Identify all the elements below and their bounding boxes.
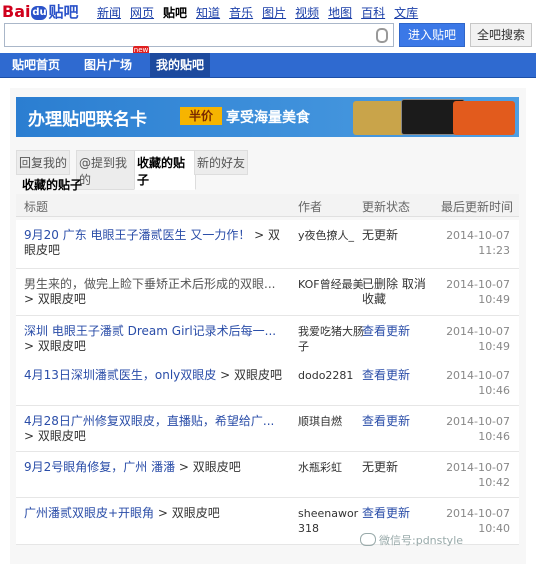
post-title-link[interactable]: 4月28日广州修复双眼皮，直播贴，希望给广... [24, 414, 274, 428]
promo-banner[interactable]: 办理贴吧联名卡 半价 享受海量美食 [16, 97, 519, 137]
col-status: 更新状态 [362, 200, 411, 214]
table-row: 深圳 电眼王子潘贰 Dream Girl记录术后每一... > 双眼皮吧 我爱吃猪… [16, 316, 519, 361]
post-author[interactable]: 顺琪自燃 [298, 414, 364, 429]
wechat-watermark: 微信号:pdnstyle [360, 532, 463, 548]
last-updated-time: 2014-10-07 10:49 [446, 278, 510, 306]
post-title-link[interactable]: 4月13日深圳潘贰医生，only双眼皮 [24, 368, 216, 382]
paw-icon: du [31, 6, 48, 20]
nav-link-news[interactable]: 新闻 [97, 6, 121, 20]
table-row: 4月13日深圳潘贰医生，only双眼皮 > 双眼皮吧 dodo2281 查看更新 20… [16, 360, 519, 406]
update-status[interactable]: 查看更新 [362, 324, 436, 339]
forum-link[interactable]: 双眼皮吧 [193, 460, 241, 474]
post-title: 广州潘贰双眼皮+开眼角 > 双眼皮吧 [24, 506, 284, 521]
update-status[interactable]: 查看更新 [362, 414, 436, 429]
post-title: 深圳 电眼王子潘贰 Dream Girl记录术后每一... > 双眼皮吧 [24, 324, 284, 354]
tab-image-plaza[interactable]: 图片广场 [78, 53, 138, 77]
nav-link-map[interactable]: 地图 [328, 6, 352, 20]
last-updated-time: 2014-10-07 10:49 [446, 325, 510, 353]
col-author: 作者 [298, 200, 323, 214]
nav-link-web[interactable]: 网页 [130, 6, 154, 20]
watermark-text: 微信号:pdnstyle [379, 534, 464, 547]
chevron-right-icon: > [24, 292, 38, 306]
table-row: 男生来的，做完上睑下垂矫正术后形成的双眼... > 双眼皮吧 KOF曾经最美 已删除… [16, 269, 519, 316]
post-author[interactable]: dodo2281 [298, 368, 364, 383]
chevron-right-icon: > [24, 339, 38, 353]
chevron-right-icon: > [216, 368, 234, 382]
banner-subtext: 享受海量美食 [226, 110, 310, 126]
bank-card-orange [453, 101, 515, 135]
post-title-link[interactable]: 深圳 电眼王子潘贰 Dream Girl记录术后每一... [24, 324, 276, 338]
post-title-link[interactable]: 9月20 广东 电眼王子潘贰医生 又一力作！ [24, 228, 250, 242]
forum-link[interactable]: 双眼皮吧 [38, 292, 86, 306]
chevron-right-icon: > [24, 429, 38, 443]
subtab-favorites[interactable]: 收藏的贴子 [134, 150, 196, 190]
nav-link-wenku[interactable]: 文库 [394, 6, 418, 20]
table-header: 标题 作者 更新状态 最后更新时间 [16, 194, 519, 217]
search-row: 进入贴吧 全吧搜索 [0, 22, 536, 48]
nav-link-music[interactable]: 音乐 [229, 6, 253, 20]
product-links: 新闻 网页 贴吧 知道 音乐 图片 视频 地图 百科 文库 [97, 4, 427, 21]
forum-link[interactable]: 双眼皮吧 [38, 339, 86, 353]
search-input[interactable] [4, 23, 394, 47]
col-updated: 最后更新时间 [441, 200, 514, 214]
post-title: 男生来的，做完上睑下垂矫正术后形成的双眼... > 双眼皮吧 [24, 277, 284, 307]
last-updated-time: 2014-10-07 11:23 [446, 229, 510, 257]
forum-link[interactable]: 双眼皮吧 [234, 368, 282, 382]
tab-my-tieba[interactable]: 我的贴吧 [150, 53, 211, 77]
content-area: 办理贴吧联名卡 半价 享受海量美食 回复我的 @提到我的 收藏的贴子 新的好友 … [10, 88, 526, 564]
update-status: 无更新 [362, 460, 399, 474]
post-title-link[interactable]: 9月2号眼角修复，广州 潘潘 [24, 460, 175, 474]
nav-link-baike[interactable]: 百科 [361, 6, 385, 20]
nav-link-zhidao[interactable]: 知道 [196, 6, 220, 20]
section-title: 收藏的贴子 [22, 178, 83, 192]
update-status: 无更新 [362, 228, 399, 242]
post-author[interactable]: 水瓶彩虹 [298, 460, 364, 475]
chevron-right-icon: > [175, 460, 193, 474]
baidu-logo[interactable]: Bai du 贴吧 [2, 1, 88, 21]
post-author[interactable]: 我爱吃猪大肠子 [298, 324, 364, 354]
subtab-replies[interactable]: 回复我的 [16, 150, 71, 175]
post-author[interactable]: y夜色撩人_ [298, 228, 364, 243]
nav-link-tieba: 贴吧 [163, 6, 188, 20]
subtab-new-friends[interactable]: 新的好友 [194, 150, 249, 175]
search-all-button[interactable]: 全吧搜索 [470, 23, 532, 47]
post-title: 4月13日深圳潘贰医生，only双眼皮 > 双眼皮吧 [24, 368, 284, 383]
post-title: 9月20 广东 电眼王子潘贰医生 又一力作！ > 双眼皮吧 [24, 228, 284, 258]
last-updated-time: 2014-10-07 10:42 [446, 461, 510, 489]
post-title-link[interactable]: 男生来的，做完上睑下垂矫正术后形成的双眼... [24, 277, 275, 291]
update-status[interactable]: 查看更新 [362, 368, 436, 383]
banner-headline: 办理贴吧联名卡 [28, 110, 147, 130]
update-status[interactable]: 查看更新 [362, 506, 436, 521]
message-subtabs: 回复我的 @提到我的 收藏的贴子 新的好友 收藏的贴子 [16, 150, 519, 194]
microphone-icon[interactable] [376, 28, 388, 43]
main-tab-bar: 贴吧首页 图片广场 我的贴吧 [0, 53, 536, 78]
forum-link[interactable]: 双眼皮吧 [172, 506, 220, 520]
subtab-mentions[interactable]: @提到我的 [76, 150, 136, 190]
post-author[interactable]: sheenawor318 [298, 506, 364, 536]
half-price-badge: 半价 [180, 107, 222, 125]
update-status: 已删除 取消收藏 [362, 277, 426, 306]
tab-tieba-home[interactable]: 贴吧首页 [6, 53, 66, 77]
last-updated-time: 2014-10-07 10:46 [446, 415, 510, 443]
forum-link[interactable]: 双眼皮吧 [38, 429, 86, 443]
top-nav: Bai du 贴吧 新闻 网页 贴吧 知道 音乐 图片 视频 地图 百科 文库 [0, 0, 536, 22]
post-author[interactable]: KOF曾经最美 [298, 277, 364, 292]
last-updated-time: 2014-10-07 10:46 [446, 369, 510, 397]
chevron-right-icon: > [154, 506, 172, 520]
post-title: 9月2号眼角修复，广州 潘潘 > 双眼皮吧 [24, 460, 284, 475]
nav-link-video[interactable]: 视频 [295, 6, 319, 20]
wechat-icon [360, 533, 376, 546]
col-title: 标题 [24, 200, 49, 214]
table-row: 9月20 广东 电眼王子潘贰医生 又一力作！ > 双眼皮吧 y夜色撩人_ 无更新 20… [16, 220, 519, 269]
chevron-right-icon: > [250, 228, 269, 242]
enter-tieba-button[interactable]: 进入贴吧 [399, 23, 465, 47]
post-title: 4月28日广州修复双眼皮，直播贴，希望给广... > 双眼皮吧 [24, 414, 284, 444]
table-row: 9月2号眼角修复，广州 潘潘 > 双眼皮吧 水瓶彩虹 无更新 2014-10-07 1… [16, 452, 519, 498]
bank-card-images [349, 99, 519, 135]
post-title-link[interactable]: 广州潘贰双眼皮+开眼角 [24, 506, 154, 520]
nav-link-images[interactable]: 图片 [262, 6, 286, 20]
table-row: 4月28日广州修复双眼皮，直播贴，希望给广... > 双眼皮吧 顺琪自燃 查看更新 2… [16, 406, 519, 452]
